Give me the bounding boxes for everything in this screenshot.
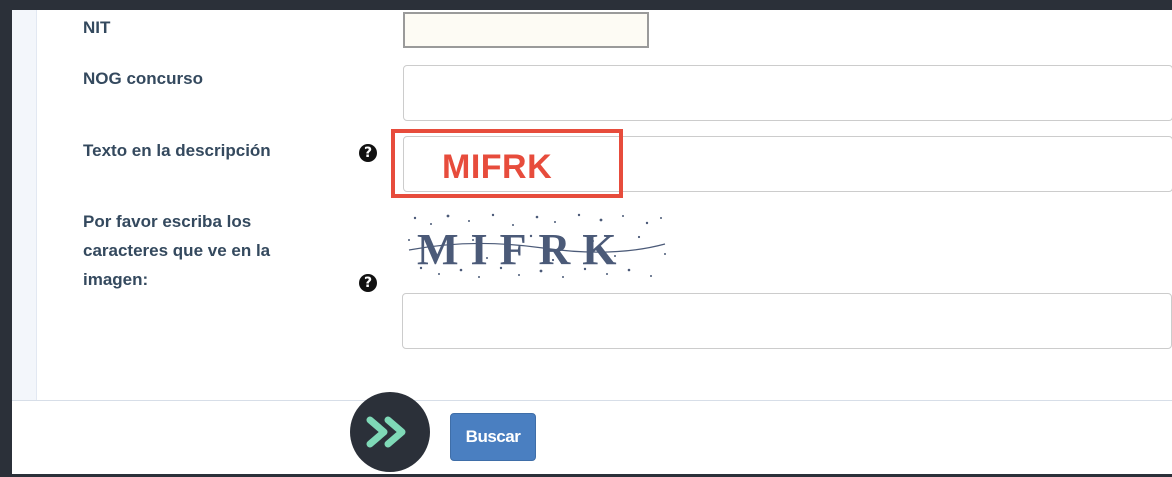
- captcha-text: MIFRK: [417, 225, 629, 274]
- question-circle-icon[interactable]: ?: [359, 274, 377, 292]
- nit-input[interactable]: [403, 12, 649, 48]
- annotation-text: MIFRK: [442, 148, 553, 186]
- question-circle-icon[interactable]: ?: [359, 144, 377, 162]
- captcha-image: MIFRK: [403, 210, 668, 282]
- search-form-container: NIT NOG concurso Texto en la descripción…: [12, 10, 1172, 474]
- nog-input[interactable]: [403, 65, 1172, 121]
- double-chevron-right-icon: [350, 392, 430, 472]
- captcha-label: Por favor escriba los caracteres que ve …: [83, 212, 271, 289]
- descripcion-label: Texto en la descripción: [83, 141, 271, 160]
- nog-label: NOG concurso: [83, 69, 203, 88]
- captcha-input[interactable]: [402, 293, 1172, 349]
- nit-label: NIT: [83, 18, 111, 37]
- search-button[interactable]: Buscar: [450, 413, 536, 461]
